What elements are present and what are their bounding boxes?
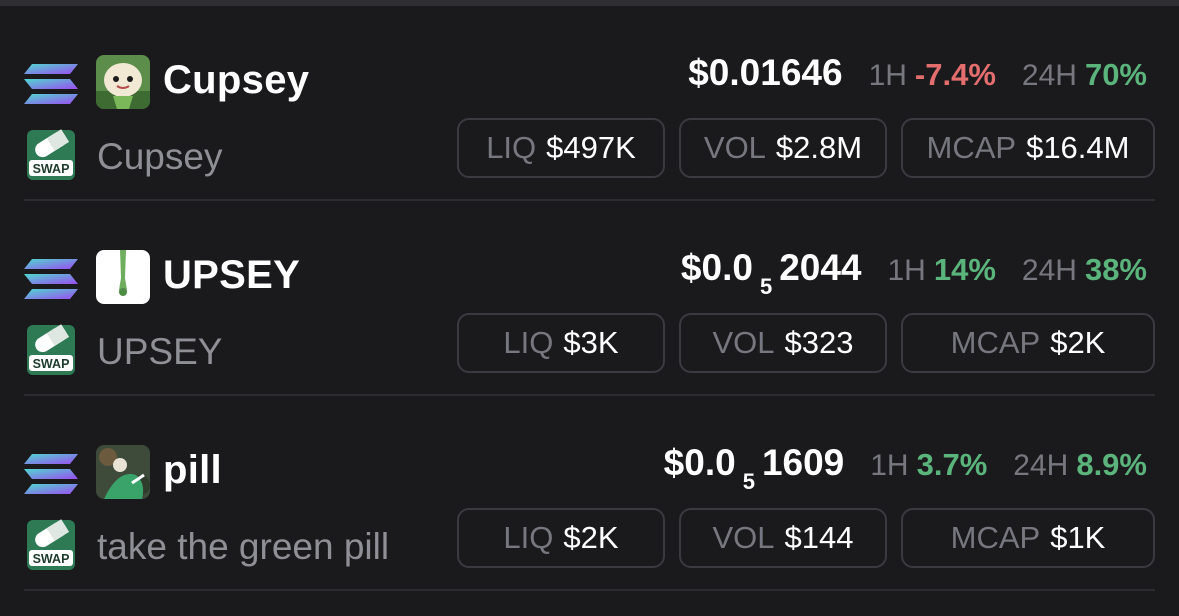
vol-value: $323 xyxy=(784,325,854,360)
vol-label: VOL xyxy=(712,520,775,555)
token-row[interactable]: Cupsey $0.01646 1H -7.4% 24H 70% SWAP Cu… xyxy=(0,6,1179,201)
change-24h-label: 24H xyxy=(1013,449,1069,482)
market-cap-chip[interactable]: MCAP $16.4M xyxy=(901,118,1155,178)
mcap-value: $16.4M xyxy=(1026,130,1130,165)
price-line: $0.0 5 2044 1H 14% 24H 38% xyxy=(680,247,1147,299)
change-24h-label: 24H xyxy=(1021,59,1077,92)
liq-label: LIQ xyxy=(503,520,554,555)
token-name: take the green pill xyxy=(97,526,390,567)
mcap-value: $2K xyxy=(1050,325,1106,360)
mcap-label: MCAP xyxy=(950,520,1041,555)
token-price: $0.01646 xyxy=(688,52,842,94)
token-price: $0.0 5 2044 xyxy=(680,247,862,299)
change-1h-label: 1H xyxy=(870,449,909,482)
upsey-avatar xyxy=(96,250,150,304)
token-list: Cupsey $0.01646 1H -7.4% 24H 70% SWAP Cu… xyxy=(0,6,1179,591)
solana-logo-icon xyxy=(24,454,78,494)
price-line: $0.0 5 1609 1H 3.7% 24H 8.9% xyxy=(663,442,1147,494)
liq-value: $497K xyxy=(546,130,636,165)
price-tail: 2044 xyxy=(779,247,862,288)
vol-label: VOL xyxy=(712,325,775,360)
mcap-label: MCAP xyxy=(950,325,1041,360)
price-main: $0.01646 xyxy=(688,52,843,93)
liq-label: LIQ xyxy=(503,325,554,360)
row-divider xyxy=(24,589,1155,591)
swap-badge-text: SWAP xyxy=(33,162,70,176)
vol-value: $2.8M xyxy=(775,130,863,165)
price-line: $0.01646 1H -7.4% 24H 70% xyxy=(688,52,1147,94)
cupsey-avatar xyxy=(96,55,150,109)
change-24h: 8.9% xyxy=(1076,447,1147,482)
solana-logo-icon xyxy=(24,259,78,299)
price-tail: 1609 xyxy=(761,442,845,483)
mcap-label: MCAP xyxy=(926,130,1017,165)
price-main: $0.0 xyxy=(663,442,736,483)
change-1h-label: 1H xyxy=(868,59,907,92)
volume-chip[interactable]: VOL $2.8M xyxy=(679,118,887,178)
token-stats: LIQ $497K VOL $2.8M MCAP $16.4M xyxy=(457,118,1155,178)
pill-avatar xyxy=(96,445,150,499)
swap-badge-text: SWAP xyxy=(33,357,70,371)
liquidity-chip[interactable]: LIQ $2K xyxy=(457,508,665,568)
token-row[interactable]: UPSEY $0.0 5 2044 1H 14% 24H 38% SWAP UP… xyxy=(0,201,1179,396)
liquidity-chip[interactable]: LIQ $3K xyxy=(457,313,665,373)
swap-pill-icon[interactable]: SWAP xyxy=(24,518,78,572)
change-1h-label: 1H xyxy=(887,254,926,287)
liq-value: $3K xyxy=(563,325,619,360)
liq-label: LIQ xyxy=(486,130,537,165)
change-1h: 3.7% xyxy=(916,447,988,482)
change-24h: 38% xyxy=(1084,252,1147,287)
token-symbol: UPSEY xyxy=(163,253,301,297)
price-zero-count: 5 xyxy=(759,274,773,299)
swap-pill-icon[interactable]: SWAP xyxy=(24,323,78,377)
token-symbol: Cupsey xyxy=(163,58,310,102)
price-zero-count: 5 xyxy=(742,469,755,494)
token-price: $0.0 5 1609 xyxy=(663,442,845,494)
mcap-value: $1K xyxy=(1050,520,1106,555)
market-cap-chip[interactable]: MCAP $1K xyxy=(901,508,1155,568)
volume-chip[interactable]: VOL $323 xyxy=(679,313,887,373)
token-stats: LIQ $2K VOL $144 MCAP $1K xyxy=(457,508,1155,568)
solana-logo-icon xyxy=(24,64,78,104)
token-row[interactable]: pill $0.0 5 1609 1H 3.7% 24H 8.9% SWAP t… xyxy=(0,396,1179,591)
token-name: UPSEY xyxy=(97,331,223,372)
liq-value: $2K xyxy=(563,520,619,555)
price-main: $0.0 xyxy=(680,247,753,288)
change-24h-label: 24H xyxy=(1021,254,1077,287)
vol-value: $144 xyxy=(784,520,854,555)
swap-badge-text: SWAP xyxy=(33,552,70,566)
liquidity-chip[interactable]: LIQ $497K xyxy=(457,118,665,178)
change-1h: 14% xyxy=(933,252,996,287)
token-stats: LIQ $3K VOL $323 MCAP $2K xyxy=(457,313,1155,373)
change-24h: 70% xyxy=(1084,57,1147,92)
market-cap-chip[interactable]: MCAP $2K xyxy=(901,313,1155,373)
token-symbol: pill xyxy=(163,448,222,492)
swap-pill-icon[interactable]: SWAP xyxy=(24,128,78,182)
vol-label: VOL xyxy=(703,130,766,165)
token-name: Cupsey xyxy=(97,136,223,177)
change-1h: -7.4% xyxy=(914,57,996,92)
volume-chip[interactable]: VOL $144 xyxy=(679,508,887,568)
